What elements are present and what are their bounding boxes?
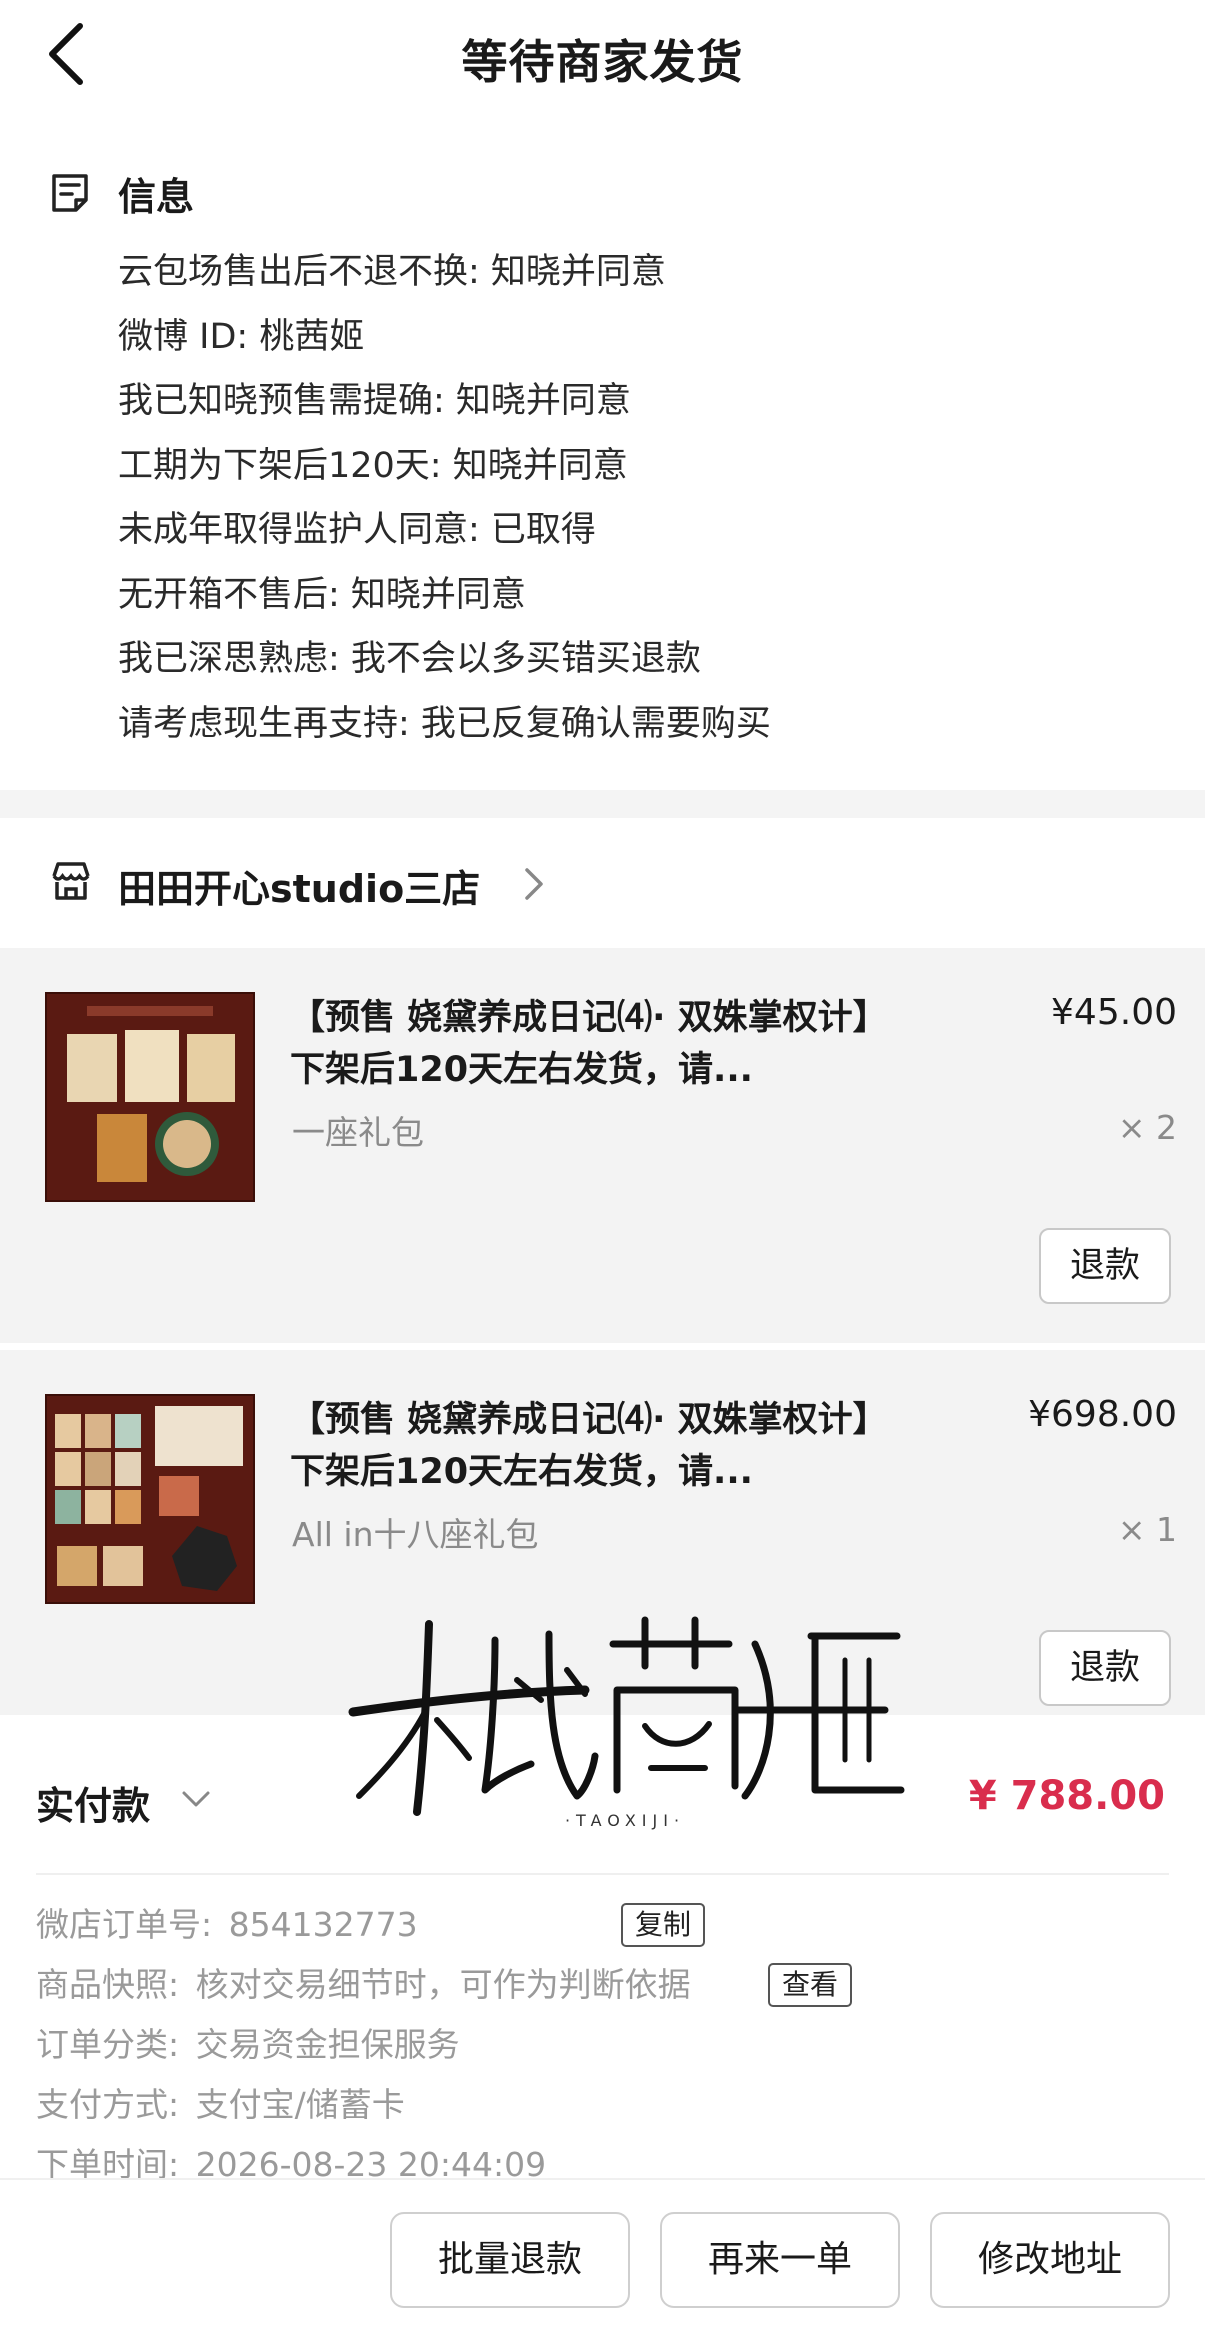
order-item[interactable]: 【预售 娆黛养成日记⑷· 双姝掌权计】下架后120天左右发货，请... 一座礼包… [0, 948, 1205, 1343]
product-quantity: × 1 [1117, 1510, 1177, 1549]
snapshot-value: 核对交易细节时，可作为判断依据 [195, 1965, 691, 2004]
chevron-down-icon[interactable] [180, 1787, 212, 1811]
order-details: 微店订单号: 854132773 复制 商品快照: 核对交易细节时，可作为判断依… [36, 1895, 853, 2195]
note-icon [52, 174, 88, 212]
section-gap [0, 790, 1205, 818]
product-variant: 一座礼包 [292, 1113, 424, 1152]
reorder-button[interactable]: 再来一单 [660, 2212, 900, 2308]
info-line: 微博 ID: 桃茜姬 [118, 316, 365, 357]
divider [36, 1873, 1169, 1875]
change-address-button[interactable]: 修改地址 [930, 2212, 1170, 2308]
product-price: ¥45.00 [1051, 992, 1177, 1033]
pay-method-value: 支付宝/储蓄卡 [195, 2085, 405, 2124]
info-title: 信息 [118, 175, 195, 219]
paid-amount: ¥ 788.00 [968, 1773, 1165, 1819]
order-number: 854132773 [228, 1905, 418, 1944]
snapshot-row: 商品快照: 核对交易细节时，可作为判断依据 查看 [36, 1955, 853, 2015]
shop-row[interactable]: 田田开心studio三店 [0, 818, 1205, 948]
copy-button[interactable]: 复制 [621, 1903, 706, 1947]
info-line: 工期为下架后120天: 知晓并同意 [118, 445, 628, 486]
view-button[interactable]: 查看 [768, 1963, 853, 2007]
product-thumbnail[interactable] [45, 992, 255, 1202]
product-title[interactable]: 【预售 娆黛养成日记⑷· 双姝掌权计】下架后120天左右发货，请... [290, 1394, 890, 1498]
signature-watermark: ·TAOXIJI· [348, 1616, 905, 1830]
bottom-action-bar: 批量退款 再来一单 修改地址 [0, 2178, 1205, 2326]
category-value: 交易资金担保服务 [195, 2025, 460, 2064]
product-thumbnail[interactable] [45, 1394, 255, 1604]
shop-name[interactable]: 田田开心studio三店 [118, 858, 480, 913]
category-label: 订单分类: [36, 2025, 180, 2064]
order-number-label: 微店订单号: [36, 1905, 213, 1944]
batch-refund-button[interactable]: 批量退款 [390, 2212, 630, 2308]
product-price: ¥698.00 [1028, 1394, 1177, 1435]
item-divider [0, 1343, 1205, 1350]
product-variant: All in十八座礼包 [292, 1515, 539, 1554]
info-section: 信息 云包场售出后不退不换: 知晓并同意 微博 ID: 桃茜姬 我已知晓预售需提… [0, 150, 1205, 790]
info-line: 我已知晓预售需提确: 知晓并同意 [118, 381, 631, 421]
pay-method-label: 支付方式: [36, 2085, 180, 2124]
order-number-row: 微店订单号: 854132773 复制 [36, 1895, 706, 1955]
page-title: 等待商家发货 [461, 35, 744, 89]
snapshot-label: 商品快照: [36, 1965, 180, 2004]
product-title[interactable]: 【预售 娆黛养成日记⑷· 双姝掌权计】下架后120天左右发货，请... [290, 992, 890, 1096]
store-icon [52, 862, 90, 900]
header-bar: 等待商家发货 [0, 0, 1205, 110]
info-list: 云包场售出后不退不换: 知晓并同意 微博 ID: 桃茜姬 我已知晓预售需提确: … [118, 240, 771, 756]
category-row: 订单分类: 交易资金担保服务 [36, 2015, 691, 2075]
svg-text:·TAOXIJI·: ·TAOXIJI· [565, 1811, 685, 1830]
info-line: 我已深思熟虑: 我不会以多买错买退款 [118, 639, 701, 679]
info-line: 未成年取得监护人同意: 已取得 [118, 510, 596, 550]
chevron-right-icon[interactable] [522, 864, 546, 904]
info-line: 无开箱不售后: 知晓并同意 [118, 574, 526, 615]
refund-button[interactable]: 退款 [1039, 1228, 1171, 1304]
refund-button[interactable]: 退款 [1039, 1630, 1171, 1706]
info-line: 云包场售出后不退不换: 知晓并同意 [118, 252, 666, 292]
paid-amount-label[interactable]: 实付款 [36, 1775, 150, 1830]
pay-method-row: 支付方式: 支付宝/储蓄卡 [36, 2075, 691, 2135]
info-line: 请考虑现生再支持: 我已反复确认需要购买 [118, 703, 771, 744]
product-quantity: × 2 [1117, 1108, 1177, 1147]
